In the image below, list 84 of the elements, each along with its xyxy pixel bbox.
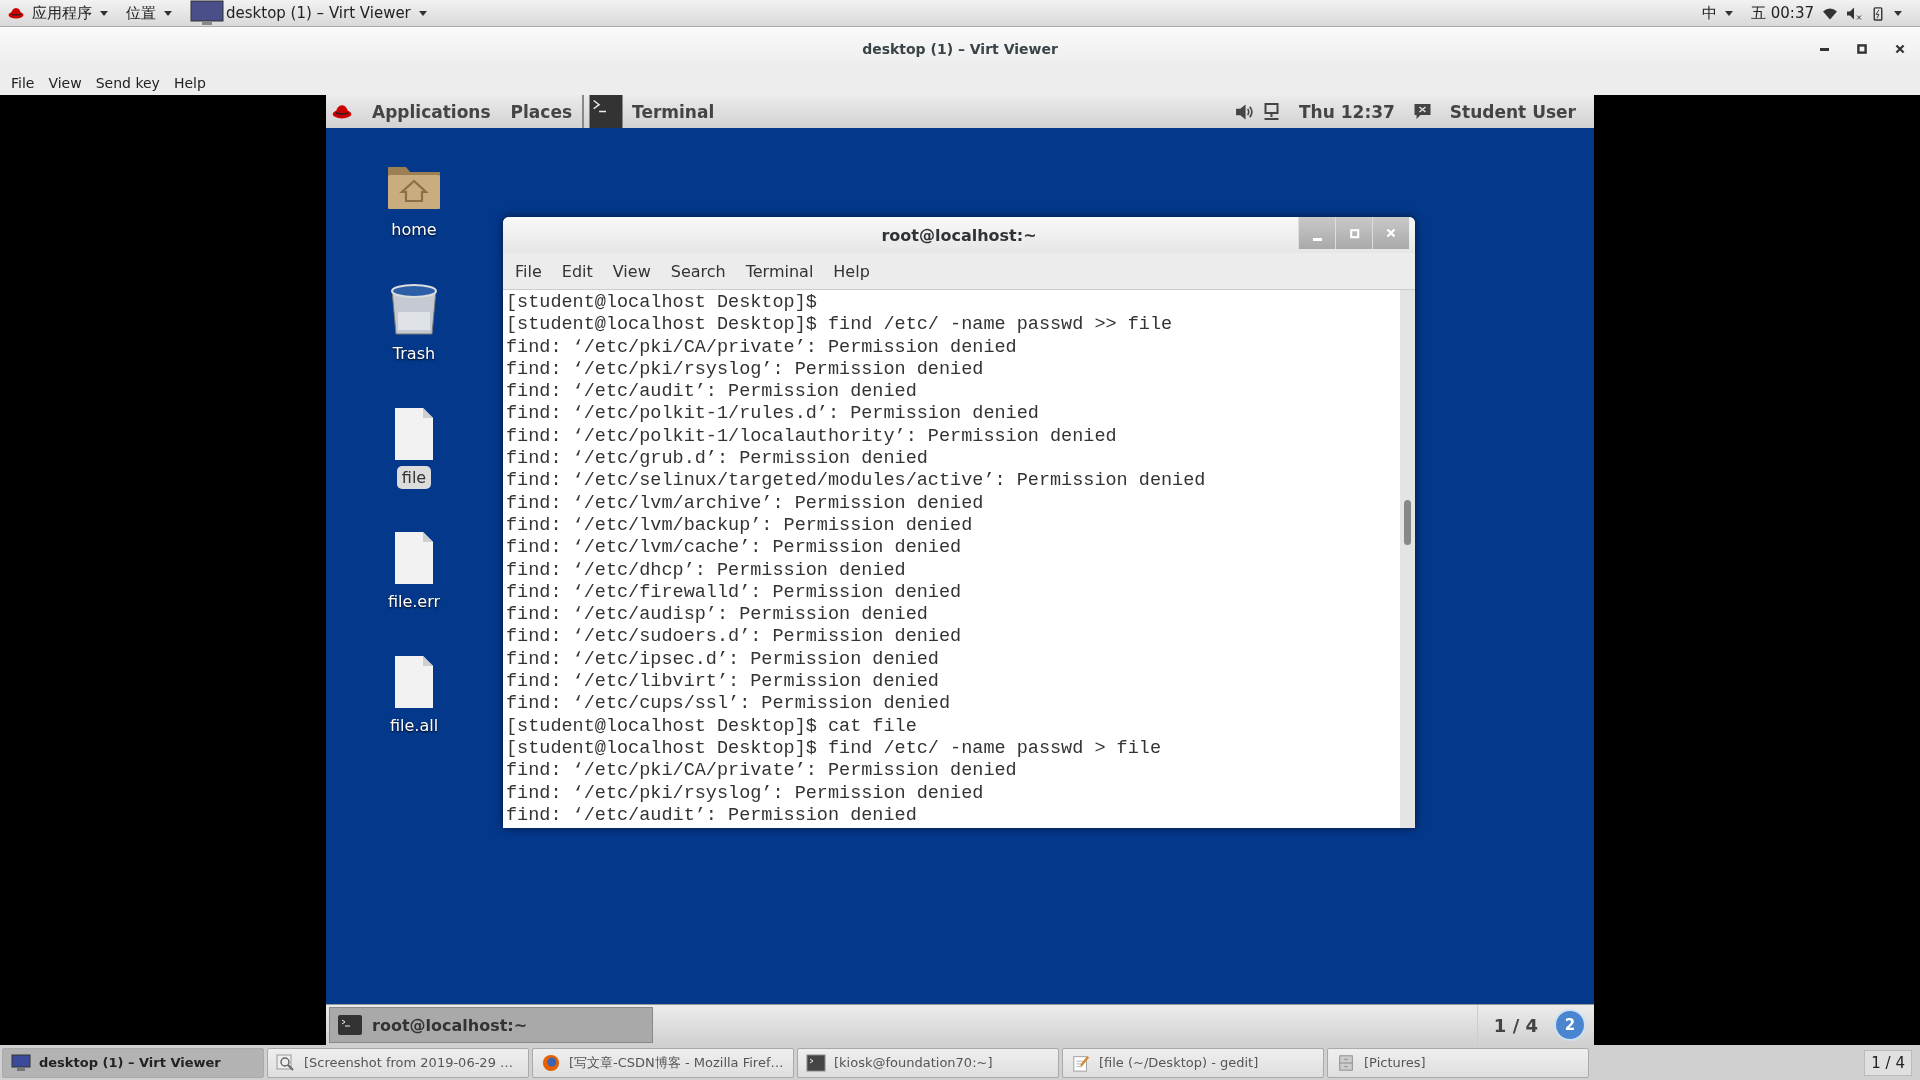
caret-icon bbox=[100, 10, 108, 16]
hat-logo-icon bbox=[8, 7, 24, 19]
terminal-line: find: ‘/etc/firewalld’: Permission denied bbox=[506, 581, 963, 605]
menu-item[interactable]: Help bbox=[166, 71, 213, 94]
terminal-line: find: ‘/etc/audisp’: Permission denied bbox=[506, 604, 929, 627]
taskbar-item[interactable]: [kiosk@foundation70:~] bbox=[797, 1047, 1059, 1078]
terminal-line: [student@localhost Desktop]$ cat file bbox=[506, 715, 918, 738]
close-icon bbox=[1894, 43, 1906, 55]
desktop-icon-label[interactable]: file.all bbox=[384, 714, 444, 737]
input-method-indicator[interactable]: 中 bbox=[1702, 3, 1717, 23]
desktop-icon-label[interactable]: file.err bbox=[382, 590, 446, 613]
terminal-line: find: ‘/etc/grub.d’: Permission denied bbox=[506, 448, 929, 471]
menu-item[interactable]: View bbox=[41, 71, 89, 94]
menu-item[interactable]: Search bbox=[660, 257, 736, 285]
taskbar-item[interactable]: desktop (1) – Virt Viewer bbox=[2, 1047, 264, 1078]
maximize-icon bbox=[1347, 226, 1361, 240]
menu-item[interactable]: Send key bbox=[88, 71, 167, 94]
notification-badge[interactable]: 2 bbox=[1554, 1009, 1586, 1041]
desktop-icon-label[interactable]: file bbox=[396, 466, 432, 489]
terminal-line: [student@localhost Desktop]$ find /etc/ -name passwd > file bbox=[506, 737, 1162, 761]
terminal-line: find: ‘/etc/pki/rsyslog’: Permission denied bbox=[506, 782, 985, 805]
caret-icon[interactable] bbox=[1894, 10, 1902, 16]
terminal-line: find: ‘/etc/libvirt’: Permission denied bbox=[506, 671, 940, 694]
menu-item[interactable]: File bbox=[4, 71, 42, 94]
terminal-line: find: ‘/etc/pki/CA/private’: Permission denied bbox=[506, 336, 1018, 359]
minimize-icon bbox=[1819, 48, 1829, 51]
taskbar-item[interactable]: [Pictures] bbox=[1327, 1047, 1589, 1078]
window-title: root@localhost:~ bbox=[881, 225, 1037, 245]
desktop-icon-label[interactable]: home bbox=[386, 218, 442, 241]
minimize-icon bbox=[1312, 238, 1322, 241]
places-menu[interactable]: Places bbox=[500, 101, 583, 122]
desktop-icon-label[interactable]: Trash bbox=[387, 342, 441, 365]
clock[interactable]: 五 00:37 bbox=[1751, 3, 1814, 23]
volume-muted-icon[interactable] bbox=[1846, 5, 1862, 21]
terminal-line: find: ‘/etc/polkit-1/rules.d’: Permission denied bbox=[506, 403, 1040, 426]
menu-item[interactable]: Edit bbox=[551, 257, 603, 285]
user-menu[interactable]: Student User bbox=[1439, 101, 1586, 122]
chat-icon bbox=[1412, 102, 1432, 121]
terminal-line: find: ‘/etc/audit’: Permission denied bbox=[506, 381, 918, 404]
terminal-line: find: ‘/etc/lvm/backup’: Permission denied bbox=[506, 514, 974, 538]
taskbar-item[interactable]: [Screenshot from 2019-06-29 … bbox=[267, 1047, 529, 1078]
terminal-line: find: ‘/etc/ipsec.d’: Permission denied bbox=[506, 648, 940, 672]
terminal-line: [student@localhost Desktop]$ find /etc/ -name passwd >> file bbox=[506, 314, 1174, 337]
taskbar-item[interactable]: [写文章-CSDN博客 - Mozilla Firef… bbox=[532, 1047, 794, 1078]
places-menu[interactable]: 位置 bbox=[126, 3, 156, 23]
terminal-icon bbox=[338, 1015, 362, 1035]
caret-icon bbox=[418, 10, 427, 16]
terminal-line: find: ‘/etc/pki/rsyslog’: Permission denied bbox=[506, 358, 985, 382]
hat-logo-icon bbox=[332, 104, 352, 119]
close-icon bbox=[1384, 226, 1398, 240]
terminal-icon bbox=[806, 1053, 826, 1072]
terminal-line: find: ‘/etc/pki/CA/private’: Permission denied bbox=[506, 760, 1018, 783]
network-icon[interactable] bbox=[1262, 102, 1281, 121]
terminal-line: find: ‘/etc/sudoers.d’: Permission denied bbox=[506, 626, 963, 649]
monitor-icon bbox=[11, 1053, 31, 1072]
cabinet-icon bbox=[1336, 1053, 1356, 1072]
applications-menu[interactable]: Applications bbox=[362, 101, 501, 122]
monitor-icon bbox=[190, 0, 224, 26]
terminal-line: find: ‘/etc/audit’: Permission denied bbox=[506, 804, 918, 828]
clock[interactable]: Thu 12:37 bbox=[1289, 101, 1405, 122]
terminal-line: find: ‘/etc/lvm/cache’: Permission denied bbox=[506, 537, 963, 560]
volume-icon[interactable] bbox=[1235, 102, 1254, 121]
window-menu[interactable]: desktop (1) – Virt Viewer bbox=[226, 4, 411, 22]
magnifier-icon bbox=[276, 1053, 296, 1072]
workspace-indicator[interactable]: 1 / 4 bbox=[1864, 1049, 1912, 1076]
caret-icon bbox=[1725, 10, 1733, 16]
notepad-icon bbox=[1071, 1053, 1091, 1072]
terminal-line: find: ‘/etc/polkit-1/localauthority’: Permission denied bbox=[506, 425, 1118, 449]
terminal-line: find: ‘/etc/dhcp’: Permission denied bbox=[506, 559, 907, 582]
window-title: desktop (1) – Virt Viewer bbox=[862, 40, 1058, 57]
terminal-line: [student@localhost Desktop]$ bbox=[506, 292, 818, 315]
menu-item[interactable]: View bbox=[602, 257, 661, 285]
terminal-line: find: ‘/etc/lvm/archive’: Permission denied bbox=[506, 492, 985, 515]
menu-item[interactable]: File bbox=[505, 257, 552, 285]
taskbar-item[interactable]: [file (~/Desktop) - gedit] bbox=[1062, 1047, 1324, 1078]
terminal-line: find: ‘/etc/cups/ssl’: Permission denied bbox=[506, 693, 952, 716]
applications-menu[interactable]: 应用程序 bbox=[32, 3, 92, 23]
menu-item[interactable]: Terminal bbox=[735, 257, 824, 285]
maximize-icon bbox=[1856, 43, 1868, 55]
terminal-line: find: ‘/etc/selinux/targeted/modules/active’: Permission denied bbox=[506, 470, 1207, 493]
globe-icon bbox=[541, 1053, 561, 1072]
caret-icon bbox=[164, 10, 172, 16]
window-list-button[interactable]: root@localhost:~ bbox=[329, 1007, 653, 1043]
menu-item[interactable]: Help bbox=[823, 257, 880, 285]
